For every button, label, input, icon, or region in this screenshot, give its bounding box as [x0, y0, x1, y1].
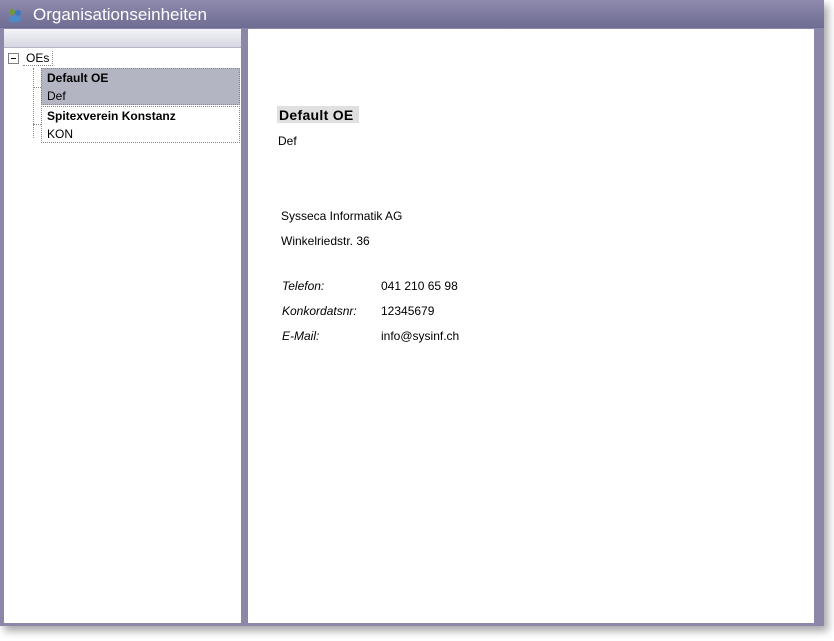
tree-header [4, 29, 241, 48]
tree-panel: OEs Default OE Def Spitexverein Konstanz… [4, 29, 241, 623]
tree-item-name: Default OE [47, 71, 109, 85]
konkordat-value: 12345679 [381, 304, 435, 318]
phone-label: Telefon: [282, 279, 325, 293]
tree-root[interactable]: OEs [8, 50, 54, 66]
company: Sysseca Informatik AG [281, 209, 403, 223]
phone-value: 041 210 65 98 [381, 279, 458, 293]
window: Organisationseinheiten OEs Default OE De… [0, 0, 824, 626]
detail-title: Default OE [277, 106, 359, 123]
tree-item-name: Spitexverein Konstanz [47, 109, 176, 123]
collapse-icon[interactable] [8, 52, 19, 64]
detail-code: Def [278, 134, 297, 148]
email-label: E-Mail: [282, 329, 320, 343]
tree-item[interactable]: Default OE Def [41, 68, 240, 105]
window-title: Organisationseinheiten [33, 5, 207, 24]
tree-item-code: KON [47, 127, 74, 141]
tree-item-code: Def [47, 89, 66, 103]
email-value[interactable]: info@sysinf.ch [381, 329, 459, 343]
title-bar: Organisationseinheiten [0, 0, 824, 28]
detail-panel: Default OE Def Sysseca Informatik AG Win… [248, 29, 814, 623]
konkordat-label: Konkordatsnr: [282, 304, 357, 318]
street: Winkelriedstr. 36 [281, 234, 370, 248]
tree-root-label[interactable]: OEs [23, 50, 54, 66]
tree-item[interactable]: Spitexverein Konstanz KON [41, 106, 240, 143]
users-icon [9, 9, 21, 23]
